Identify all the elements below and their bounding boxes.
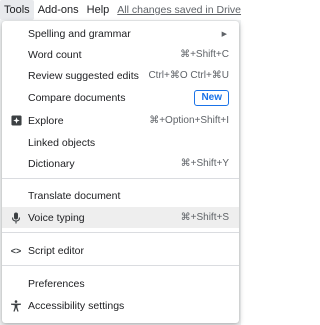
menu-item-shortcut: ⌘+Shift+C xyxy=(180,49,229,60)
menu-item-label: Script editor xyxy=(28,244,85,257)
menu-divider xyxy=(2,232,239,233)
menu-item-label: Preferences xyxy=(28,277,85,290)
menu-item-label: Explore xyxy=(28,114,64,127)
menu-item-label: Translate document xyxy=(28,189,121,202)
menu-add-ons[interactable]: Add-ons xyxy=(34,0,83,20)
menu-item-label: Review suggested edits xyxy=(28,69,139,82)
code-icon: <> xyxy=(10,245,22,256)
microphone-icon xyxy=(9,211,23,225)
menu-tools[interactable]: Tools xyxy=(0,0,34,20)
menu-item-label: Linked objects xyxy=(28,136,96,149)
menu-item-shortcut: ⌘+Shift+Y xyxy=(180,158,229,169)
menu-item-label: Dictionary xyxy=(28,157,75,170)
menu-item-shortcut: ⌘+Shift+S xyxy=(180,212,229,223)
menu-divider xyxy=(2,265,239,266)
menu-item-word-count[interactable]: Word count ⌘+Shift+C xyxy=(2,44,239,65)
menu-help[interactable]: Help xyxy=(83,0,114,20)
menu-item-label: Word count xyxy=(28,48,82,61)
save-status-link[interactable]: All changes saved in Drive xyxy=(117,4,241,16)
menu-bar: Tools Add-ons Help All changes saved in … xyxy=(0,0,241,20)
accessibility-icon xyxy=(9,299,23,313)
new-badge: New xyxy=(194,90,229,106)
menu-item-shortcut: Ctrl+⌘O Ctrl+⌘U xyxy=(148,70,229,81)
menu-item-voice-typing[interactable]: Voice typing ⌘+Shift+S xyxy=(2,207,239,228)
menu-item-translate-document[interactable]: Translate document xyxy=(2,185,239,206)
tools-dropdown-menu: Spelling and grammar ▶ Word count ⌘+Shif… xyxy=(2,21,239,323)
menu-item-spelling-and-grammar[interactable]: Spelling and grammar ▶ xyxy=(2,23,239,44)
menu-item-label: Accessibility settings xyxy=(28,299,125,312)
app-window: Tools Add-ons Help All changes saved in … xyxy=(0,0,241,325)
menu-divider xyxy=(2,178,239,179)
menu-item-accessibility-settings[interactable]: Accessibility settings xyxy=(2,295,239,316)
menu-item-label: Voice typing xyxy=(28,211,85,224)
menu-item-label: Compare documents xyxy=(28,92,126,104)
menu-item-compare-documents[interactable]: Compare documents New xyxy=(2,87,239,109)
menu-item-shortcut: ⌘+Option+Shift+I xyxy=(149,115,229,126)
menu-item-preferences[interactable]: Preferences xyxy=(2,273,239,294)
menu-item-linked-objects[interactable]: Linked objects xyxy=(2,132,239,153)
explore-icon xyxy=(9,114,23,128)
menu-item-label: Spelling and grammar xyxy=(28,27,131,40)
menu-item-review-suggested-edits[interactable]: Review suggested edits Ctrl+⌘O Ctrl+⌘U xyxy=(2,65,239,86)
menu-item-script-editor[interactable]: <> Script editor xyxy=(2,240,239,261)
menu-item-dictionary[interactable]: Dictionary ⌘+Shift+Y xyxy=(2,153,239,174)
submenu-arrow-icon: ▶ xyxy=(221,30,227,38)
menu-item-explore[interactable]: Explore ⌘+Option+Shift+I xyxy=(2,110,239,131)
